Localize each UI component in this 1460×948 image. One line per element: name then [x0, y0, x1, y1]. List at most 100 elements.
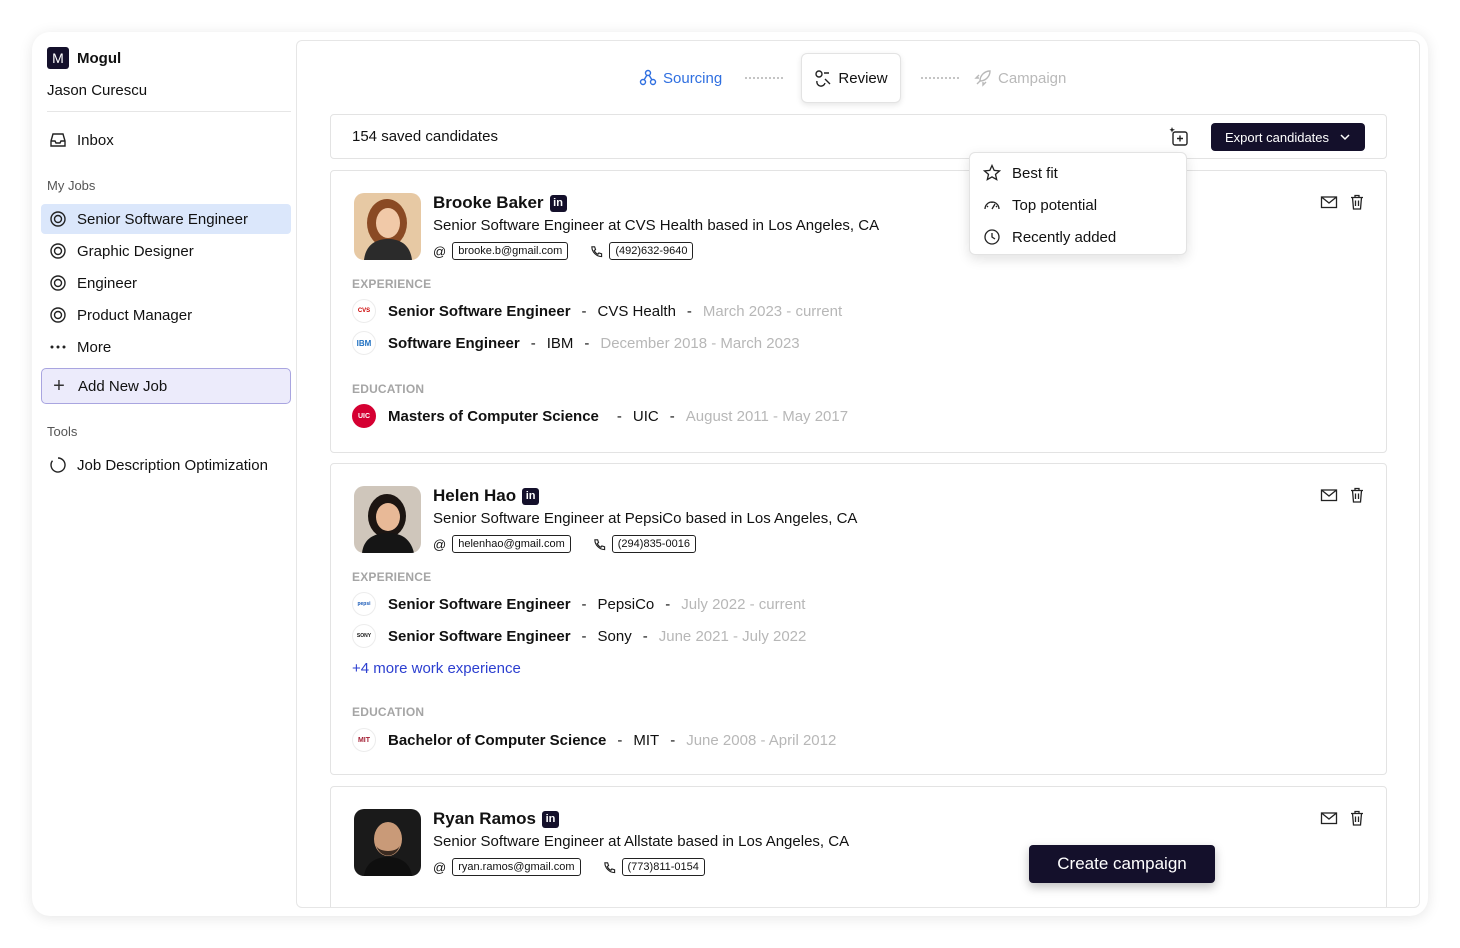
- sidebar-item-more[interactable]: More: [41, 332, 291, 362]
- separator: -: [581, 302, 587, 320]
- candidate-avatar: [354, 809, 421, 876]
- mail-icon[interactable]: [1320, 193, 1338, 211]
- sort-option-label: Top potential: [1012, 196, 1098, 214]
- separator: -: [581, 595, 587, 613]
- phone-icon: [591, 245, 603, 257]
- card-actions: [1320, 193, 1366, 211]
- mail-icon[interactable]: [1320, 809, 1338, 827]
- education-dates: June 2008 - April 2012: [686, 731, 837, 749]
- sidebar-item-label: Engineer: [77, 274, 138, 292]
- add-new-job-button[interactable]: + Add New Job: [41, 368, 291, 404]
- education-row: MIT Bachelor of Computer Science - MIT -…: [352, 728, 836, 752]
- mail-icon[interactable]: [1320, 486, 1338, 504]
- sort-option-best-fit[interactable]: Best fit: [983, 161, 1058, 185]
- separator: -: [530, 334, 536, 352]
- inbox-icon: [50, 133, 66, 147]
- target-icon: [50, 243, 66, 259]
- sourcing-nodes-icon: [639, 69, 657, 86]
- sidebar-job-senior-software-engineer[interactable]: Senior Software Engineer: [41, 204, 291, 234]
- linkedin-icon[interactable]: in: [522, 487, 540, 505]
- candidate-headline: Senior Software Engineer at Allstate bas…: [433, 833, 850, 850]
- candidate-contacts: @ brooke.b@gmail.com (492)632-9640: [433, 242, 694, 260]
- export-candidates-button[interactable]: Export candidates: [1211, 123, 1365, 151]
- candidate-name: Brooke Baker: [433, 193, 544, 212]
- trash-icon[interactable]: [1348, 486, 1366, 504]
- trash-icon[interactable]: [1348, 193, 1366, 211]
- main-panel: Sourcing Review Campaign 154 saved candi…: [296, 40, 1420, 908]
- step-campaign[interactable]: Campaign: [974, 53, 1066, 103]
- linkedin-icon[interactable]: in: [549, 194, 567, 212]
- email-at-icon: @: [433, 859, 447, 875]
- sidebar-item-label: Job Description Optimization: [77, 456, 268, 474]
- education-heading: EDUCATION: [352, 382, 425, 396]
- candidate-headline: Senior Software Engineer at CVS Health b…: [433, 217, 880, 234]
- education-degree: Masters of Computer Science: [388, 407, 599, 425]
- candidate-contacts: @ helenhao@gmail.com (294)835-0016: [433, 535, 696, 553]
- separator: -: [642, 627, 648, 645]
- experience-role: Senior Software Engineer: [388, 595, 571, 613]
- step-connector: [745, 77, 783, 79]
- user-name[interactable]: Jason Curescu: [47, 82, 147, 99]
- school-logo: MIT: [352, 728, 376, 752]
- candidate-card: Brooke Baker in Senior Software Engineer…: [330, 170, 1387, 453]
- create-campaign-button[interactable]: Create campaign: [1029, 845, 1215, 883]
- plus-icon: +: [53, 375, 65, 397]
- candidate-email[interactable]: ryan.ramos@gmail.com: [452, 858, 581, 876]
- candidate-email[interactable]: brooke.b@gmail.com: [452, 242, 569, 260]
- experience-company: CVS Health: [597, 302, 676, 320]
- chevron-down-icon: [1340, 134, 1350, 141]
- more-work-experience-link[interactable]: +4 more work experience: [352, 660, 521, 677]
- education-row: UIC Masters of Computer Science - UIC - …: [352, 404, 848, 428]
- add-new-job-label: Add New Job: [78, 377, 168, 395]
- sidebar-tool-job-description-optimization[interactable]: Job Description Optimization: [41, 450, 291, 480]
- candidate-phone[interactable]: (492)632-9640: [609, 242, 694, 260]
- step-review[interactable]: Review: [801, 53, 901, 103]
- brand[interactable]: M Mogul: [47, 47, 121, 69]
- app-window: M Mogul Jason Curescu Inbox My Jobs Seni…: [32, 32, 1428, 916]
- experience-heading: EXPERIENCE: [352, 277, 432, 291]
- sidebar-item-label: Product Manager: [77, 306, 193, 324]
- candidate-headline: Senior Software Engineer at PepsiCo base…: [433, 510, 858, 527]
- sidebar-item-inbox[interactable]: Inbox: [41, 125, 291, 155]
- sort-option-label: Recently added: [1012, 228, 1117, 246]
- card-actions: [1320, 809, 1366, 827]
- sidebar-job-engineer[interactable]: Engineer: [41, 268, 291, 298]
- experience-dates: December 2018 - March 2023: [600, 334, 800, 352]
- candidate-phone[interactable]: (294)835-0016: [611, 535, 696, 553]
- gauge-icon: [984, 201, 1000, 210]
- loading-circle-icon: [50, 457, 66, 473]
- target-icon: [50, 211, 66, 227]
- company-logo: CVS: [352, 299, 376, 323]
- sidebar-item-label: Senior Software Engineer: [77, 210, 248, 228]
- card-actions: [1320, 486, 1366, 504]
- sidebar: M Mogul Jason Curescu Inbox My Jobs Seni…: [32, 32, 296, 916]
- candidate-phone[interactable]: (773)811-0154: [621, 858, 705, 876]
- sidebar-job-graphic-designer[interactable]: Graphic Designer: [41, 236, 291, 266]
- experience-role: Senior Software Engineer: [388, 302, 571, 320]
- trash-icon[interactable]: [1348, 809, 1366, 827]
- sort-option-recently-added[interactable]: Recently added: [983, 225, 1116, 249]
- experience-role: Software Engineer: [388, 334, 520, 352]
- sort-option-top-potential[interactable]: Top potential: [983, 193, 1097, 217]
- candidate-contacts: @ ryan.ramos@gmail.com (773)811-0154: [433, 858, 705, 876]
- export-candidates-label: Export candidates: [1224, 129, 1330, 145]
- candidate-card: Helen Hao in Senior Software Engineer at…: [330, 463, 1387, 775]
- education-heading: EDUCATION: [352, 705, 425, 719]
- phone-icon: [603, 861, 615, 873]
- candidate-email[interactable]: helenhao@gmail.com: [452, 535, 571, 553]
- experience-heading: EXPERIENCE: [352, 570, 432, 584]
- education-dates: August 2011 - May 2017: [685, 407, 849, 425]
- separator: -: [584, 334, 590, 352]
- tools-heading: Tools: [47, 424, 78, 439]
- separator: -: [616, 407, 622, 425]
- linkedin-icon[interactable]: in: [541, 810, 559, 828]
- candidate-avatar: [354, 193, 421, 260]
- review-icon: [815, 70, 831, 87]
- sort-sparkle-icon[interactable]: [1169, 126, 1191, 148]
- candidate-card: Ryan Ramos in Senior Software Engineer a…: [330, 786, 1387, 907]
- sort-dropdown-menu: Best fit Top potential Recently added: [969, 152, 1187, 255]
- candidate-name-row: Ryan Ramos in: [433, 809, 559, 829]
- step-sourcing[interactable]: Sourcing: [639, 53, 722, 103]
- experience-row: SONY Senior Software Engineer - Sony - J…: [352, 624, 806, 648]
- sidebar-job-product-manager[interactable]: Product Manager: [41, 300, 291, 330]
